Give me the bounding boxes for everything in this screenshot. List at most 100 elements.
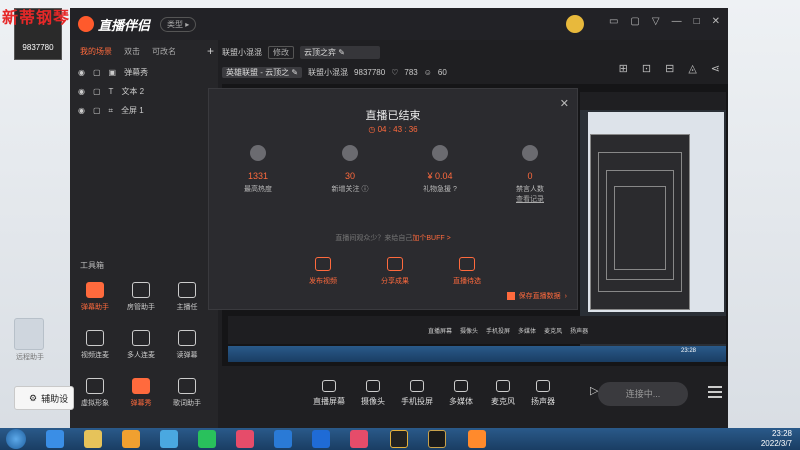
add-scene-icon[interactable]: + bbox=[207, 44, 214, 58]
windows-taskbar: 23:28 2022/3/7 bbox=[0, 428, 800, 450]
app-icon-4[interactable] bbox=[350, 430, 368, 448]
tool-lyrics[interactable]: 歌词助手 bbox=[164, 378, 210, 408]
share-icon[interactable]: ⋖ bbox=[711, 62, 720, 75]
live-companion-icon[interactable] bbox=[468, 430, 486, 448]
nested-bar-item: 麦克风 bbox=[544, 328, 563, 335]
screen-share-icon[interactable]: ⊟ bbox=[665, 62, 674, 75]
left-panel: 我的场景 双击 可改名 + ◉ ▢ ▣ 弹幕秀 ◉ ▢ T 文本 2 ◉ ▢ ⌗… bbox=[70, 40, 218, 428]
speaker-icon bbox=[536, 380, 550, 392]
info-icon: ⓘ bbox=[361, 186, 369, 193]
tool-room-manager[interactable]: 房管助手 bbox=[118, 282, 164, 312]
media-player-icon[interactable] bbox=[122, 430, 140, 448]
live-pending-button[interactable]: 直播待选 bbox=[437, 257, 497, 286]
screen-icon[interactable]: ▢ bbox=[630, 16, 639, 27]
scene-tabs: 我的场景 双击 可改名 + bbox=[70, 40, 218, 63]
folder-icon[interactable] bbox=[84, 430, 102, 448]
app-icon-1[interactable] bbox=[236, 430, 254, 448]
maximize-icon[interactable]: □ bbox=[694, 16, 700, 27]
source-type-icon: ⌗ bbox=[108, 105, 114, 115]
tab-double-click[interactable]: 双击 bbox=[124, 46, 140, 57]
assist-button[interactable]: ⚙ 辅助设 bbox=[14, 386, 74, 410]
eye-icon[interactable]: ◉ bbox=[78, 68, 85, 77]
minimize-icon[interactable]: — bbox=[672, 16, 682, 27]
nested-window-4 bbox=[614, 186, 666, 270]
share-result-button[interactable]: 分享成果 bbox=[365, 257, 425, 286]
play-icon bbox=[454, 380, 468, 392]
tool-danmu-helper[interactable]: 弹幕助手 bbox=[72, 282, 118, 312]
g-app-icon[interactable] bbox=[390, 430, 408, 448]
tab-rename[interactable]: 可改名 bbox=[152, 46, 176, 57]
stat-caption: 礼物急援 ? bbox=[423, 186, 457, 193]
title-input[interactable]: 云顶之弈 ✎ bbox=[300, 45, 380, 59]
start-button[interactable] bbox=[6, 429, 26, 449]
phone-cast-button[interactable]: 手机投屏 bbox=[392, 380, 442, 407]
stat-gifts: ¥ 0.04 礼物急援 ? bbox=[405, 145, 475, 194]
category-selector[interactable]: 英雄联盟 - 云顶之 ✎ bbox=[222, 66, 303, 78]
mute-user-icon bbox=[522, 145, 538, 161]
tool-read-danmu[interactable]: 读弹幕 bbox=[164, 330, 210, 360]
lock-icon[interactable]: ▢ bbox=[93, 87, 101, 96]
publish-video-button[interactable]: 发布视频 bbox=[293, 257, 353, 286]
app-icon-2[interactable] bbox=[274, 430, 292, 448]
logo-icon bbox=[78, 16, 94, 32]
video-icon bbox=[315, 257, 331, 271]
stat-followers: 30 新增关注 ⓘ bbox=[315, 145, 385, 194]
iqiyi-icon[interactable] bbox=[198, 430, 216, 448]
save-data-button[interactable]: 保存直播数据 › bbox=[506, 291, 567, 301]
speaker-button[interactable]: 扬声器 bbox=[518, 380, 568, 407]
cloud-icon[interactable] bbox=[160, 430, 178, 448]
video-link-icon bbox=[86, 330, 104, 346]
dialog-title: 直播已结束 bbox=[365, 110, 421, 122]
toolbox-title: 工具箱 bbox=[80, 261, 104, 270]
buff-link[interactable]: 加个BUFF > bbox=[412, 235, 450, 242]
menu-icon[interactable] bbox=[708, 386, 722, 401]
stat-caption: 新增关注 ⓘ bbox=[331, 186, 369, 193]
lock-open-icon[interactable]: ⊡ bbox=[642, 62, 651, 75]
bell-icon[interactable]: ◬ bbox=[688, 62, 696, 75]
edit-button[interactable]: 修改 bbox=[268, 45, 294, 59]
lyrics-icon bbox=[178, 378, 196, 394]
tool-danmu-show[interactable]: 弹幕秀 bbox=[118, 378, 164, 408]
close-icon[interactable]: ✕ bbox=[712, 16, 720, 27]
nested-screen bbox=[588, 112, 724, 312]
share-icon bbox=[387, 257, 403, 271]
monitor-icon bbox=[322, 380, 336, 392]
source-label: 弹幕秀 bbox=[124, 68, 149, 77]
source-item[interactable]: ◉ ▢ ⌗ 全屏 1 bbox=[70, 101, 218, 120]
source-type-icon: T bbox=[108, 87, 114, 96]
tool-video-link[interactable]: 视频连麦 bbox=[72, 330, 118, 360]
source-item[interactable]: ◉ ▢ ▣ 弹幕秀 bbox=[70, 63, 218, 82]
type-button[interactable]: 类型 ▸ bbox=[160, 16, 197, 32]
mic-icon bbox=[496, 380, 510, 392]
lol-icon[interactable] bbox=[428, 430, 446, 448]
lock-icon[interactable]: ▢ bbox=[93, 68, 101, 77]
lock-icon[interactable]: ▢ bbox=[93, 106, 101, 115]
eye-icon[interactable]: ◉ bbox=[78, 106, 85, 115]
source-item[interactable]: ◉ ▢ T 文本 2 bbox=[70, 82, 218, 101]
start-live-button[interactable]: 连接中... bbox=[598, 382, 688, 406]
tool-multi-link[interactable]: 多人连麦 bbox=[118, 330, 164, 360]
message-icon[interactable]: ▭ bbox=[609, 16, 618, 27]
avatar[interactable] bbox=[566, 15, 584, 33]
view-records-link[interactable]: 查看记录 bbox=[495, 194, 565, 204]
screen-capture-button[interactable]: 直播屏幕 bbox=[304, 380, 354, 407]
layout-icon[interactable]: ⊞ bbox=[619, 62, 628, 75]
tab-my-scenes[interactable]: 我的场景 bbox=[80, 46, 112, 57]
edit-icon bbox=[459, 257, 475, 271]
room-tools: ⊞ ⊡ ⊟ ◬ ⋖ bbox=[619, 62, 720, 75]
system-clock[interactable]: 23:28 2022/3/7 bbox=[761, 429, 792, 449]
close-icon[interactable]: ✕ bbox=[560, 97, 569, 110]
desktop-icon[interactable] bbox=[14, 318, 44, 350]
nested-bar-item: 直播屏幕 bbox=[428, 328, 453, 335]
app-logo: 直播伴侣 bbox=[78, 15, 150, 34]
shirt-icon[interactable]: ▽ bbox=[652, 16, 660, 27]
ie-icon[interactable] bbox=[46, 430, 64, 448]
camera-button[interactable]: 摄像头 bbox=[348, 380, 398, 407]
app-icon-3[interactable] bbox=[312, 430, 330, 448]
watermark-text: 新蒂钢琴 bbox=[2, 10, 71, 27]
nested-bar-item: 多媒体 bbox=[518, 328, 537, 335]
eye-icon[interactable]: ◉ bbox=[78, 87, 85, 96]
tool-avatar[interactable]: 虚拟形象 bbox=[72, 378, 118, 408]
nested-bar-item: 手机投屏 bbox=[486, 328, 511, 335]
tool-anchor-task[interactable]: 主播任 bbox=[164, 282, 210, 312]
